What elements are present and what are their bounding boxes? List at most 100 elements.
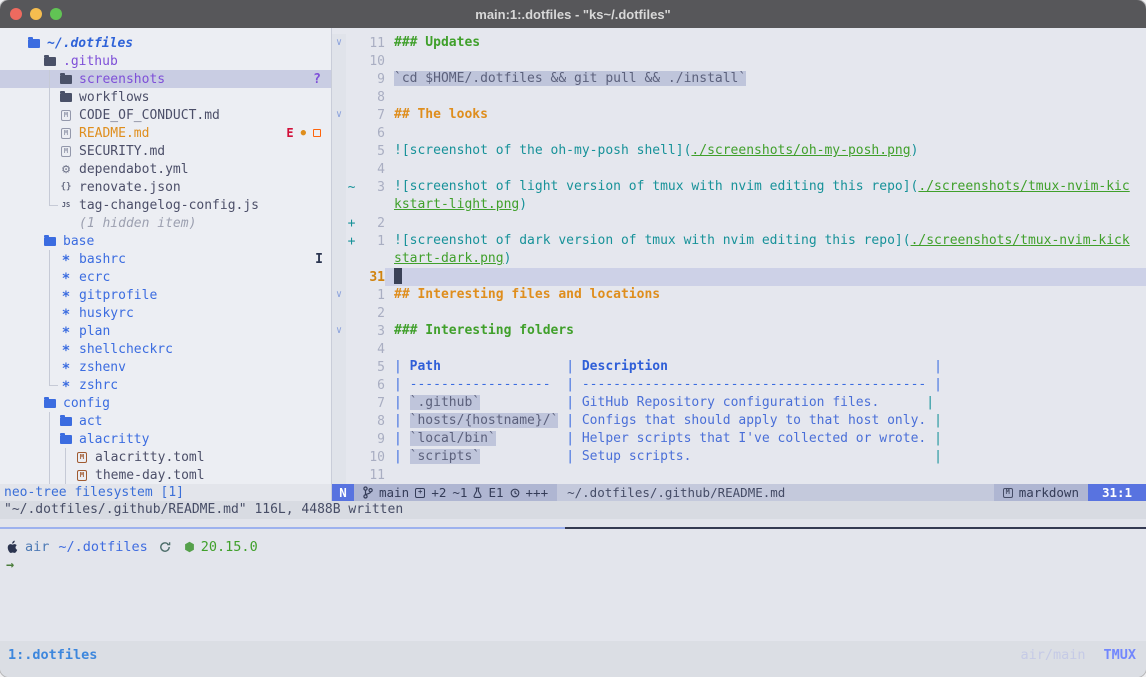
tree-item[interactable]: (1 hidden item) [0,214,331,232]
editor-line[interactable]: start-dark.png) [332,250,1146,268]
indent-guide [26,304,42,322]
tree-item[interactable]: ⚙dependabot.yml [0,160,331,178]
editor-line[interactable]: 2 [332,304,1146,322]
line-number: 3 [357,180,385,195]
editor-line[interactable]: ∨3### Interesting folders [332,322,1146,340]
editor-line[interactable]: 11 [332,466,1146,484]
tree-item[interactable]: MCODE_OF_CONDUCT.md [0,106,331,124]
syntax-segment [691,449,934,464]
tree-item[interactable]: MSECURITY.md [0,142,331,160]
editor-line[interactable]: 5| Path | Description | [332,358,1146,376]
tree-item[interactable]: *bashrcI [0,250,331,268]
editor-body[interactable]: ∨11### Updates109`cd $HOME/.dotfiles && … [332,28,1146,484]
syntax-segment [926,377,934,392]
tree-item-label: dependabot.yml [79,162,189,177]
refresh-icon [159,541,171,553]
editor-line[interactable]: 8 [332,88,1146,106]
indent-guide [26,286,42,304]
syntax-segment [926,431,934,446]
indent-guide [26,232,42,250]
editor-line[interactable]: ∨7## The looks [332,106,1146,124]
editor-line[interactable]: 5![screenshot of the oh-my-posh shell](.… [332,142,1146,160]
shell-pane[interactable]: air ~/.dotfiles 20.15.0 → [0,529,1146,641]
tree-item-label: workflows [79,90,149,105]
editor-line[interactable]: 9`cd $HOME/.dotfiles && git pull && ./in… [332,70,1146,88]
tree-item[interactable]: *zshenv [0,358,331,376]
fold-marker [332,376,346,394]
tree-item[interactable]: Malacritty.toml [0,448,331,466]
syntax-segment [480,395,566,410]
syntax-segment [551,377,567,392]
indent-guide [26,214,42,232]
node-icon [184,541,195,553]
tree-item[interactable]: {}renovate.json [0,178,331,196]
tree-item[interactable]: alacritty [0,430,331,448]
line-text: | ------------------ | -----------------… [385,376,1146,394]
fold-marker[interactable]: ∨ [332,322,346,340]
syntax-segment [480,449,566,464]
prompt-input-line[interactable]: → [6,556,1146,574]
tree-item[interactable]: *ecrc [0,268,331,286]
editor-line[interactable]: +2 [332,214,1146,232]
tree-item[interactable]: Mtheme-day.toml [0,466,331,484]
editor-line[interactable]: 7| `.github` | GitHub Repository configu… [332,394,1146,412]
tree-item[interactable]: *gitprofile [0,286,331,304]
tree-item[interactable]: .github [0,52,331,70]
syntax-segment [879,395,926,410]
editor-line[interactable]: ~3![screenshot of light version of tmux … [332,178,1146,196]
tree-item[interactable]: *huskyrc [0,304,331,322]
indent-guide [42,412,58,430]
tree-item[interactable]: screenshots? [0,70,331,88]
fold-marker[interactable]: ∨ [332,34,346,52]
editor-line[interactable]: kstart-light.png) [332,196,1146,214]
markdown-file-icon: M [58,124,74,142]
tree-item[interactable]: *shellcheckrc [0,340,331,358]
syntax-segment: Helper scripts that I've collected or wr… [582,431,926,446]
syntax-segment: `.github` [410,395,480,410]
tree-item[interactable]: ~/.dotfiles [0,34,331,52]
tmux-window-tab[interactable]: 1:.dotfiles [8,647,97,663]
editor-line[interactable]: +1![screenshot of dark version of tmux w… [332,232,1146,250]
markdown-icon: M [1003,488,1013,498]
editor-line[interactable]: 8| `hosts/{hostname}/` | Configs that sh… [332,412,1146,430]
tree-item[interactable]: MREADME.mdE● [0,124,331,142]
editor-line[interactable]: ∨1## Interesting files and locations [332,286,1146,304]
editor-line[interactable]: 9| `local/bin` | Helper scripts that I'v… [332,430,1146,448]
editor-line[interactable]: ∨11### Updates [332,34,1146,52]
syntax-segment: Configs that should apply to that host o… [582,413,926,428]
indent-guide [42,322,58,340]
syntax-segment: | [394,395,410,410]
line-text: start-dark.png) [385,250,1146,268]
editor-line[interactable]: 4 [332,340,1146,358]
syntax-segment: | [934,359,942,374]
fold-marker[interactable]: ∨ [332,286,346,304]
tree-item[interactable]: *zshrc [0,376,331,394]
tree-item-label: screenshots [79,72,165,87]
tree-item-label: tag-changelog-config.js [79,198,259,213]
syntax-segment [441,359,566,374]
line-number: 1 [357,288,385,303]
tree-item[interactable]: base [0,232,331,250]
editor-line[interactable]: 10 [332,52,1146,70]
editor-line[interactable]: 6| ------------------ | ----------------… [332,376,1146,394]
tree-item[interactable]: workflows [0,88,331,106]
git-unstaged-badge [313,129,321,137]
editor-line[interactable]: 6 [332,124,1146,142]
fold-marker[interactable]: ∨ [332,106,346,124]
tree-item[interactable]: act [0,412,331,430]
tree-item[interactable]: JStag-changelog-config.js [0,196,331,214]
editor-line[interactable]: 10| `scripts` | Setup scripts. | [332,448,1146,466]
syntax-segment: | [566,413,582,428]
indent-guide [42,430,58,448]
tree-item[interactable]: *plan [0,322,331,340]
editor-line[interactable]: 31 [332,268,1146,286]
line-text [385,160,1146,178]
tree-item[interactable]: config [0,394,331,412]
line-number: 5 [357,360,385,375]
dotfile-icon: * [58,376,74,394]
editor-line[interactable]: 4 [332,160,1146,178]
indent-guide [42,142,58,160]
tree-item-label: base [63,234,94,249]
dotfile-icon: * [58,250,74,268]
filetype-section: M markdown [994,484,1088,501]
